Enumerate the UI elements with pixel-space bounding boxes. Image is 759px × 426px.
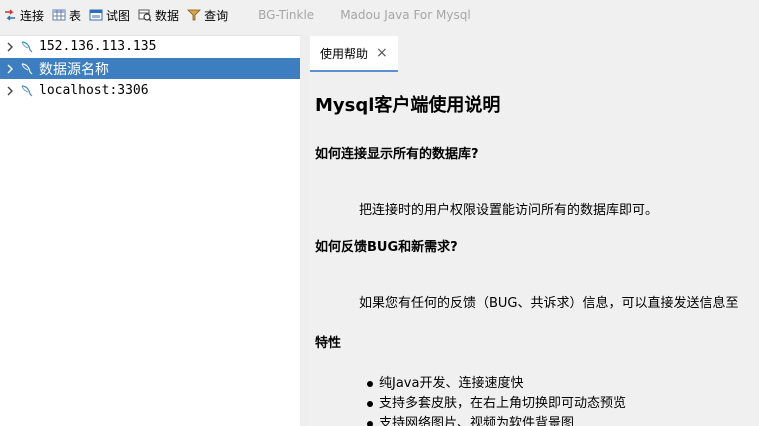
- question-heading: 如何连接显示所有的数据库?: [315, 147, 479, 162]
- doc-title: Mysql客户端使用说明: [315, 95, 501, 116]
- features-list: 纯Java开发、连接速度快 支持多套皮肤，在右上角切换即可动态预览 支持网络图片…: [367, 374, 626, 426]
- theme-option-bg-tinkle[interactable]: BG-Tinkle: [258, 8, 314, 22]
- connect-icon: [5, 9, 15, 21]
- query-filter-icon: [187, 9, 202, 21]
- bullet-icon: [367, 421, 373, 426]
- help-document: Mysql客户端使用说明 如何连接显示所有的数据库? 把连接时的用户权限设置能访…: [309, 73, 759, 426]
- answer-text: 如果您有任何的反馈（BUG、共诉求）信息，可以直接发送信息至: [359, 296, 739, 311]
- chevron-right-icon[interactable]: [3, 42, 17, 52]
- feature-text: 支持网络图片、视频为软件背景图: [379, 416, 575, 426]
- table-button[interactable]: 表: [52, 7, 81, 24]
- data-button[interactable]: 数据: [138, 7, 179, 24]
- query-label: 查询: [204, 8, 229, 23]
- table-label: 表: [69, 8, 82, 23]
- feature-text: 纯Java开发、连接速度快: [379, 376, 524, 391]
- chevron-right-icon[interactable]: [3, 86, 17, 96]
- app-window: 连接 表 试图 数据 查询 BG-Tinkle Madou Java For M…: [0, 0, 759, 426]
- bullet-icon: [367, 401, 373, 407]
- tree-item[interactable]: localhost:3306: [0, 80, 300, 101]
- view-icon: [89, 9, 103, 21]
- editor-panel: 使用帮助 × Mysql客户端使用说明 如何连接显示所有的数据库? 把连接时的用…: [309, 35, 759, 426]
- tab-help[interactable]: 使用帮助 ×: [310, 36, 398, 72]
- chevron-right-icon[interactable]: [3, 64, 17, 74]
- answer-text: 把连接时的用户权限设置能访问所有的数据库即可。: [359, 203, 659, 218]
- list-item: 支持多套皮肤，在右上角切换即可动态预览: [367, 394, 626, 414]
- view-label: 试图: [106, 8, 131, 23]
- query-button[interactable]: 查询: [187, 7, 228, 24]
- data-label: 数据: [155, 8, 180, 23]
- table-icon: [52, 9, 66, 21]
- mysql-dolphin-icon: [21, 62, 33, 74]
- tree-item[interactable]: 152.136.113.135: [0, 36, 300, 57]
- tree-item-selected[interactable]: 数据源名称: [0, 58, 300, 79]
- data-search-icon: [138, 9, 152, 22]
- toolbar: 连接 表 试图 数据 查询 BG-Tinkle Madou Java For M…: [0, 0, 759, 30]
- mysql-dolphin-icon: [21, 40, 33, 52]
- close-icon[interactable]: ×: [376, 45, 388, 61]
- view-button[interactable]: 试图: [89, 7, 130, 24]
- tree-item-label: localhost:3306: [39, 83, 149, 98]
- tree-item-label: 152.136.113.135: [39, 39, 157, 54]
- connect-button[interactable]: 连接: [3, 7, 44, 24]
- bullet-icon: [367, 381, 373, 387]
- tab-help-label: 使用帮助: [320, 46, 369, 61]
- list-item: 纯Java开发、连接速度快: [367, 374, 626, 394]
- mysql-dolphin-icon: [21, 84, 33, 96]
- connect-label: 连接: [20, 8, 45, 23]
- theme-option-madou-java[interactable]: Madou Java For Mysql: [340, 8, 470, 22]
- tree-item-label: 数据源名称: [39, 61, 109, 78]
- features-heading: 特性: [315, 336, 342, 351]
- split-divider[interactable]: [300, 35, 309, 426]
- question-heading: 如何反馈BUG和新需求?: [315, 240, 458, 255]
- feature-text: 支持多套皮肤，在右上角切换即可动态预览: [379, 396, 627, 411]
- list-item: 支持网络图片、视频为软件背景图: [367, 414, 626, 426]
- datasource-tree: 152.136.113.135 数据源名称 localhost:3306: [0, 35, 300, 426]
